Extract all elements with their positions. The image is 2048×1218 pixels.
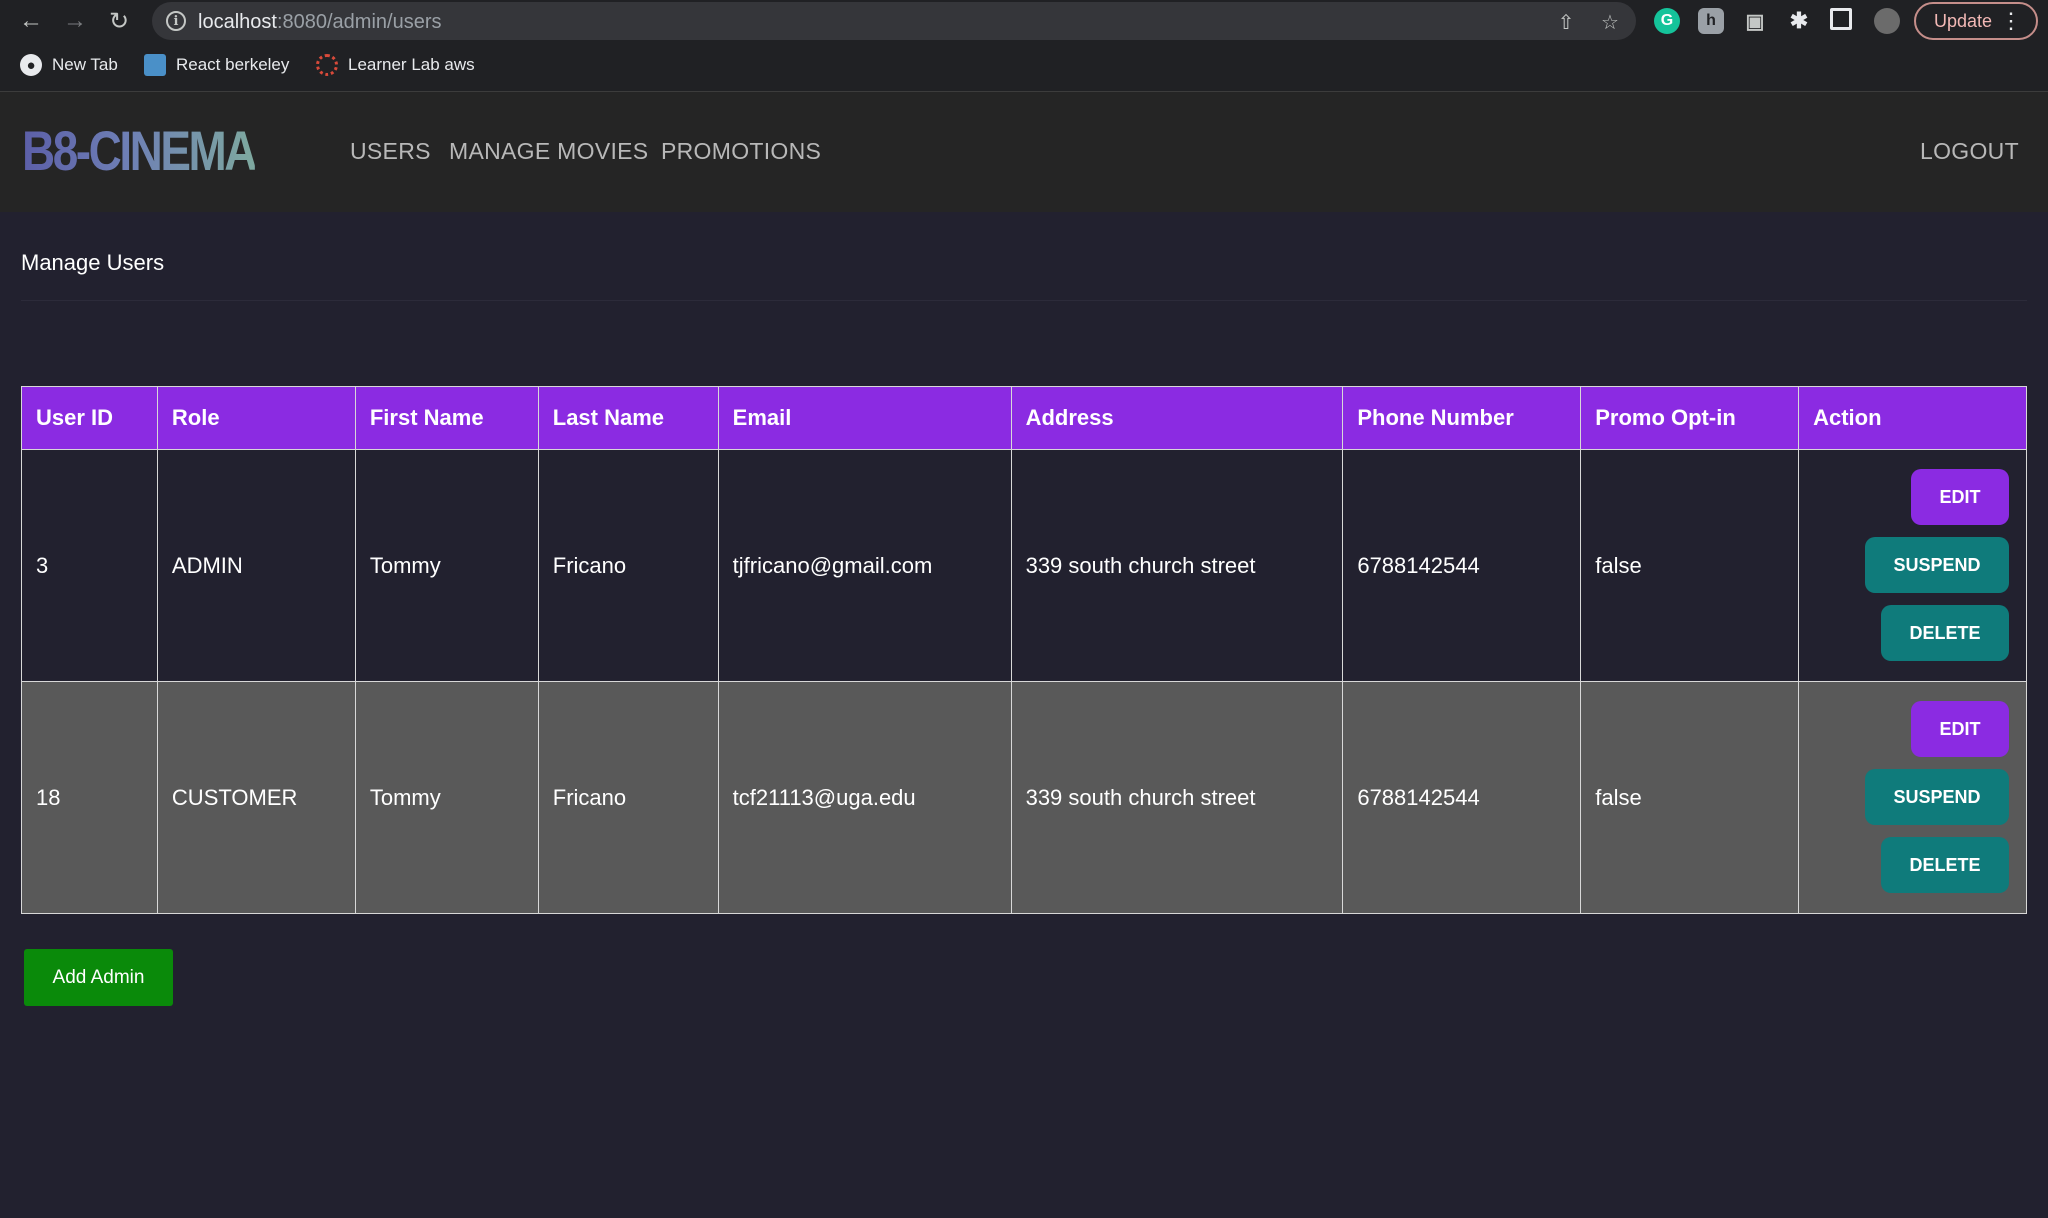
table-header-row: User ID Role First Name Last Name Email … [21,386,2027,450]
extension-icon[interactable]: h [1698,8,1724,34]
cell-promo: false [1580,681,1800,914]
column-header: User ID [21,386,158,450]
address-bar[interactable]: i localhost:8080/admin/users ⇧ ☆ [152,2,1636,40]
forward-icon[interactable]: → [60,6,90,36]
nav-manage-movies[interactable]: MANAGE MOVIES [449,138,648,165]
cell-actions: EDIT SUSPEND DELETE [1798,681,2027,914]
cell-first-name: Tommy [354,449,539,682]
column-header: Last Name [537,386,719,450]
cell-phone: 6788142544 [1342,449,1582,682]
bookmark-label: New Tab [52,55,118,74]
site-info-icon[interactable]: i [166,11,186,31]
url-host: localhost [198,11,277,33]
bookmark-label: Learner Lab aws [348,55,475,74]
cell-email: tjfricano@gmail.com [717,449,1012,682]
table-row: 18 CUSTOMER Tommy Fricano tcf21113@uga.e… [21,681,2027,914]
column-header: Phone Number [1342,386,1582,450]
cell-last-name: Fricano [537,681,719,914]
column-header: Action [1798,386,2027,450]
bookmark-react-berkeley[interactable]: React berkeley [144,54,289,76]
suspend-button[interactable]: SUSPEND [1865,769,2009,825]
cell-promo: false [1580,449,1800,682]
bookmarks-bar: ● New Tab React berkeley Learner Lab aws [0,42,2048,92]
app-header: B8-CINEMA USERS MANAGE MOVIES PROMOTIONS… [0,92,2048,212]
nav-logout[interactable]: LOGOUT [1920,138,2019,165]
bookmark-learner-lab[interactable]: Learner Lab aws [316,54,475,76]
url-path: :8080/admin/users [276,11,442,33]
cell-address: 339 south church street [1010,681,1344,914]
cell-role: CUSTOMER [156,681,356,914]
site-logo[interactable]: B8-CINEMA [22,118,257,183]
reload-icon[interactable]: ↻ [104,6,134,36]
monitor-icon [144,54,166,76]
nav-promotions[interactable]: PROMOTIONS [661,138,821,165]
cell-first-name: Tommy [354,681,539,914]
share-icon[interactable]: ⇧ [1554,10,1578,34]
browser-toolbar: ← → ↻ i localhost:8080/admin/users ⇧ ☆ G… [0,0,2048,42]
update-button[interactable]: Update ⋮ [1914,2,2038,40]
canvas-icon [316,54,338,76]
nav-users[interactable]: USERS [350,138,431,165]
column-header: First Name [354,386,539,450]
globe-icon: ● [20,54,42,76]
grammarly-icon[interactable]: G [1654,8,1680,34]
add-admin-button[interactable]: Add Admin [24,949,173,1006]
delete-button[interactable]: DELETE [1881,605,2009,661]
table-row: 3 ADMIN Tommy Fricano tjfricano@gmail.co… [21,449,2027,682]
profile-avatar[interactable] [1874,8,1900,34]
cell-email: tcf21113@uga.edu [717,681,1012,914]
cell-user-id: 18 [21,681,158,914]
side-panel-icon[interactable] [1830,8,1852,30]
bookmark-label: React berkeley [176,55,290,74]
column-header: Address [1010,386,1344,450]
update-label: Update [1934,10,1993,31]
edit-button[interactable]: EDIT [1911,701,2009,757]
puzzle-icon[interactable]: ✱ [1786,8,1812,34]
cell-user-id: 3 [21,449,158,682]
edit-button[interactable]: EDIT [1911,469,2009,525]
suspend-button[interactable]: SUSPEND [1865,537,2009,593]
cell-address: 339 south church street [1010,449,1344,682]
cell-last-name: Fricano [537,449,719,682]
back-icon[interactable]: ← [16,6,46,36]
cell-role: ADMIN [156,449,356,682]
cell-phone: 6788142544 [1342,681,1582,914]
column-header: Role [156,386,356,450]
column-header: Promo Opt-in [1580,386,1800,450]
users-table: User ID Role First Name Last Name Email … [21,386,2027,914]
page-title: Manage Users [21,250,165,275]
more-menu-icon[interactable]: ⋮ [2000,8,2022,34]
camera-icon[interactable]: ▣ [1742,8,1768,34]
bookmark-star-icon[interactable]: ☆ [1598,10,1622,34]
url-text[interactable]: localhost:8080/admin/users [198,11,441,34]
divider [21,300,2027,301]
column-header: Email [717,386,1012,450]
cell-actions: EDIT SUSPEND DELETE [1798,449,2027,682]
bookmark-new-tab[interactable]: ● New Tab [20,54,118,76]
delete-button[interactable]: DELETE [1881,837,2009,893]
